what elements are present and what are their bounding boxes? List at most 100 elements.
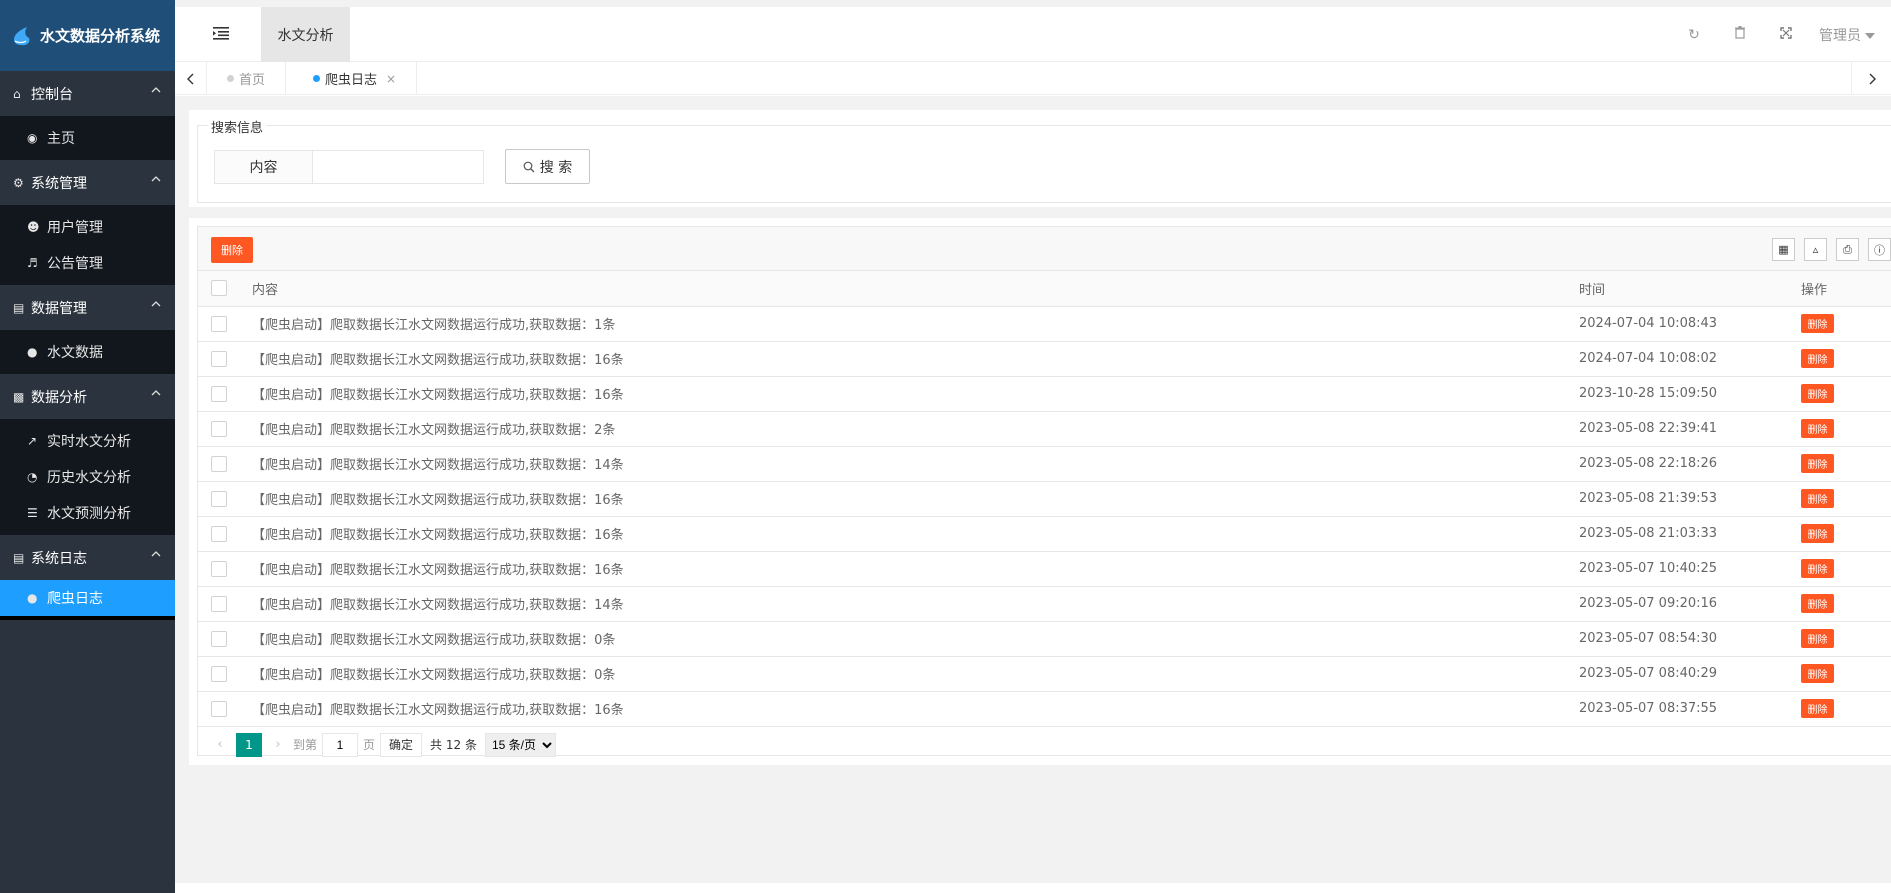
- table-row: 【爬虫启动】爬取数据长江水文网数据运行成功,获取数据：14条 2023-05-07…: [198, 586, 1891, 622]
- sidebar-item-notices[interactable]: ♬ 公告管理: [0, 245, 175, 281]
- search-input[interactable]: [312, 150, 484, 184]
- sidebar-group-system[interactable]: ⚙ 系统管理: [0, 160, 175, 205]
- row-content: 【爬虫启动】爬取数据长江水文网数据运行成功,获取数据：16条: [243, 516, 1579, 552]
- next-page-icon[interactable]: ›: [268, 737, 288, 752]
- row-time: 2023-10-28 15:09:50: [1579, 376, 1801, 412]
- table-row: 【爬虫启动】爬取数据长江水文网数据运行成功,获取数据：0条 2023-05-07 …: [198, 656, 1891, 692]
- row-checkbox[interactable]: [211, 595, 227, 612]
- tab-dot-icon: [313, 75, 320, 82]
- export-icon[interactable]: ▵: [1804, 238, 1827, 261]
- row-check-cell: [198, 656, 243, 692]
- row-op-cell: 删除: [1801, 656, 1891, 692]
- row-checkbox[interactable]: [211, 455, 227, 472]
- row-time: 2023-05-07 09:20:16: [1579, 586, 1801, 622]
- columns-filter-icon[interactable]: ▦: [1772, 238, 1795, 261]
- sidebar-item-hydro-data[interactable]: ● 水文数据: [0, 334, 175, 370]
- row-checkbox[interactable]: [211, 560, 227, 577]
- trash-icon[interactable]: [1717, 26, 1763, 43]
- table-row: 【爬虫启动】爬取数据长江水文网数据运行成功,获取数据：16条 2023-05-08…: [198, 516, 1891, 552]
- column-header-time[interactable]: 时间: [1579, 271, 1801, 307]
- row-delete-button[interactable]: 删除: [1801, 559, 1834, 578]
- row-delete-button[interactable]: 删除: [1801, 349, 1834, 368]
- row-check-cell: [198, 481, 243, 517]
- row-delete-button[interactable]: 删除: [1801, 384, 1834, 403]
- user-menu[interactable]: 管理员: [1809, 25, 1891, 45]
- row-checkbox[interactable]: [211, 385, 227, 402]
- table-row: 【爬虫启动】爬取数据长江水文网数据运行成功,获取数据：14条 2023-05-08…: [198, 446, 1891, 482]
- row-delete-button[interactable]: 删除: [1801, 629, 1834, 648]
- column-header-content[interactable]: 内容: [243, 271, 1579, 307]
- row-content: 【爬虫启动】爬取数据长江水文网数据运行成功,获取数据：14条: [243, 446, 1579, 482]
- sidebar-group-analysis[interactable]: ▩ 数据分析: [0, 374, 175, 419]
- row-delete-button[interactable]: 删除: [1801, 524, 1834, 543]
- row-delete-button[interactable]: 删除: [1801, 664, 1834, 683]
- row-delete-button[interactable]: 删除: [1801, 454, 1834, 473]
- sidebar-group-console[interactable]: ⌂ 控制台: [0, 71, 175, 116]
- info-icon[interactable]: ⓘ: [1868, 238, 1891, 261]
- line-chart-icon: ↗: [27, 434, 38, 448]
- row-checkbox[interactable]: [211, 490, 227, 507]
- row-checkbox[interactable]: [211, 420, 227, 437]
- page-tab-home[interactable]: 首页: [207, 62, 287, 95]
- goto-confirm-button[interactable]: 确定: [380, 732, 423, 757]
- row-delete-button[interactable]: 删除: [1801, 699, 1834, 718]
- tabs-prev-button[interactable]: [175, 62, 207, 95]
- page-tab-crawler-log[interactable]: 爬虫日志 ×: [293, 62, 418, 95]
- sidebar-group-data[interactable]: ▤ 数据管理: [0, 285, 175, 330]
- goto-page-input[interactable]: [322, 732, 359, 757]
- refresh-icon[interactable]: ↻: [1671, 27, 1717, 43]
- sidebar: 水文数据分析系统 ⌂ 控制台 ◉ 主页 ⚙ 系统管理 ☻ 用户管理 ♬ 公告管理…: [0, 0, 175, 893]
- row-time: 2023-05-07 08:54:30: [1579, 621, 1801, 657]
- row-content: 【爬虫启动】爬取数据长江水文网数据运行成功,获取数据：0条: [243, 621, 1579, 657]
- page-current[interactable]: 1: [236, 732, 262, 757]
- row-delete-button[interactable]: 删除: [1801, 419, 1834, 438]
- globe-icon: ●: [27, 591, 38, 605]
- sidebar-item-forecast[interactable]: ☰ 水文预测分析: [0, 495, 175, 531]
- table-row: 【爬虫启动】爬取数据长江水文网数据运行成功,获取数据：16条 2023-10-28…: [198, 376, 1891, 412]
- menu-toggle-icon[interactable]: [213, 26, 229, 40]
- home-icon: ⌂: [13, 86, 21, 101]
- row-time: 2023-05-07 10:40:25: [1579, 551, 1801, 587]
- sidebar-item-label: 主页: [47, 131, 75, 147]
- prev-page-icon[interactable]: ‹: [210, 737, 230, 752]
- print-icon[interactable]: ⎙: [1836, 238, 1859, 261]
- row-checkbox[interactable]: [211, 315, 227, 332]
- row-delete-button[interactable]: 删除: [1801, 594, 1834, 613]
- water-drop-logo-icon: [14, 26, 30, 45]
- row-op-cell: 删除: [1801, 341, 1891, 377]
- row-checkbox[interactable]: [211, 525, 227, 542]
- row-content: 【爬虫启动】爬取数据长江水文网数据运行成功,获取数据：16条: [243, 691, 1579, 727]
- table-row: 【爬虫启动】爬取数据长江水文网数据运行成功,获取数据：16条 2023-05-07…: [198, 551, 1891, 587]
- page-size-select[interactable]: 15 条/页: [484, 732, 556, 757]
- search-fieldset: 搜索信息 内容 搜 索: [197, 117, 1891, 203]
- search-card: 搜索信息 内容 搜 索: [189, 110, 1891, 207]
- batch-delete-button[interactable]: 删除: [211, 237, 253, 263]
- sidebar-item-crawler-log[interactable]: ● 爬虫日志: [0, 580, 175, 620]
- sidebar-item-users[interactable]: ☻ 用户管理: [0, 209, 175, 245]
- fullscreen-icon[interactable]: [1763, 26, 1809, 43]
- sidebar-item-realtime[interactable]: ↗ 实时水文分析: [0, 423, 175, 459]
- row-checkbox[interactable]: [211, 665, 227, 682]
- select-all-checkbox[interactable]: [211, 280, 227, 297]
- app-logo[interactable]: 水文数据分析系统: [0, 0, 175, 71]
- sidebar-item-home[interactable]: ◉ 主页: [0, 120, 175, 156]
- row-time: 2024-07-04 10:08:43: [1579, 306, 1801, 342]
- row-checkbox[interactable]: [211, 630, 227, 647]
- search-button[interactable]: 搜 索: [505, 149, 590, 184]
- sidebar-item-label: 用户管理: [47, 220, 103, 236]
- tabs-next-button[interactable]: [1851, 62, 1891, 95]
- row-op-cell: 删除: [1801, 446, 1891, 482]
- header-tab-hydro-analysis[interactable]: 水文分析: [261, 7, 350, 62]
- row-op-cell: 删除: [1801, 551, 1891, 587]
- sidebar-group-body: ☻ 用户管理 ♬ 公告管理: [0, 205, 175, 285]
- sidebar-group-logs[interactable]: ▤ 系统日志: [0, 535, 175, 580]
- row-checkbox[interactable]: [211, 700, 227, 717]
- row-checkbox[interactable]: [211, 350, 227, 367]
- row-delete-button[interactable]: 删除: [1801, 314, 1834, 333]
- close-icon[interactable]: ×: [386, 72, 396, 86]
- row-delete-button[interactable]: 删除: [1801, 489, 1834, 508]
- table-row: 【爬虫启动】爬取数据长江水文网数据运行成功,获取数据：2条 2023-05-08 …: [198, 411, 1891, 447]
- bottom-strip: [175, 883, 1891, 893]
- row-content: 【爬虫启动】爬取数据长江水文网数据运行成功,获取数据：16条: [243, 481, 1579, 517]
- sidebar-item-history[interactable]: ◔ 历史水文分析: [0, 459, 175, 495]
